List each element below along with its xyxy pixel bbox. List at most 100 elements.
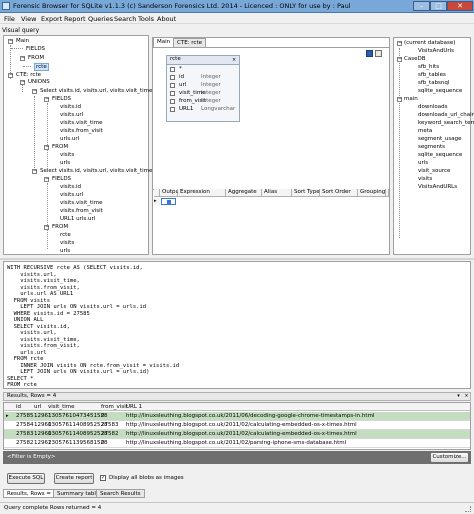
- field-checkbox[interactable]: [170, 83, 175, 88]
- schema-tree[interactable]: − (current database) VisitsAndUrls − Cas…: [393, 37, 474, 255]
- table-box-close-icon[interactable]: ×: [232, 57, 236, 63]
- collapse-icon[interactable]: −: [44, 177, 49, 182]
- table-cell[interactable]: 0: [101, 413, 105, 419]
- collapse-icon[interactable]: −: [32, 89, 37, 94]
- schema-table[interactable]: segments: [418, 144, 445, 150]
- tab-results[interactable]: Results, Rows = 4: [3, 489, 61, 498]
- criteria-grid[interactable]: [153, 189, 389, 254]
- collapse-icon[interactable]: −: [44, 97, 49, 102]
- schema-table[interactable]: sfb_tables: [418, 72, 446, 78]
- table-cell[interactable]: http://linuxsleuthing.blogspot.co.uk/201…: [126, 413, 374, 419]
- menu-export[interactable]: Export: [41, 15, 62, 23]
- tree-node[interactable]: FROM: [52, 144, 68, 150]
- menu-tools[interactable]: Tools: [138, 15, 154, 23]
- maximize-button[interactable]: □: [430, 1, 447, 11]
- collapse-icon[interactable]: −: [44, 145, 49, 150]
- schema-table[interactable]: sfb_tabsnql: [418, 80, 449, 86]
- options-icon[interactable]: [375, 50, 382, 57]
- table-cell[interactable]: http://linuxsleuthing.blogspot.co.uk/201…: [126, 422, 357, 428]
- table-cell[interactable]: 27583: [101, 422, 119, 428]
- grid-output-cell[interactable]: [161, 198, 176, 205]
- schema-node[interactable]: main: [404, 96, 418, 102]
- tree-node[interactable]: Main: [16, 38, 29, 44]
- schema-table[interactable]: sfb_hits: [418, 64, 439, 70]
- menu-view[interactable]: View: [21, 15, 36, 23]
- table-cell[interactable]: 13057611408952528: [48, 422, 108, 428]
- collapse-icon[interactable]: −: [397, 57, 402, 62]
- tree-node[interactable]: CTE: rcte: [16, 72, 41, 78]
- table-row[interactable]: 27582 12962 13057611395681528 0 http://linux…: [4, 439, 470, 448]
- tree-node[interactable]: visits.from_visit: [60, 128, 103, 134]
- customize-button[interactable]: Customize...: [430, 452, 469, 463]
- col-url1[interactable]: URL 1: [126, 404, 142, 410]
- table-cell[interactable]: 27584: [16, 422, 34, 428]
- grid-col-sort-order[interactable]: Sort Order: [320, 189, 358, 197]
- collapse-icon[interactable]: −: [397, 97, 402, 102]
- collapse-icon[interactable]: −: [20, 80, 25, 85]
- tree-node[interactable]: visits.id: [60, 104, 81, 110]
- field-checkbox[interactable]: [170, 107, 175, 112]
- rcte-table-box[interactable]: rcte × * id Integer url Integer visit_time Int…: [166, 55, 240, 122]
- tree-node[interactable]: FROM: [28, 55, 44, 61]
- row-indicator[interactable]: ▸: [6, 413, 9, 419]
- grid-col-sort-type[interactable]: Sort Type: [292, 189, 320, 197]
- col-visit-time[interactable]: visit_time: [48, 404, 75, 410]
- collapse-icon[interactable]: −: [397, 41, 402, 46]
- collapse-icon[interactable]: −: [32, 169, 37, 174]
- table-cell[interactable]: 0: [101, 440, 105, 446]
- tab-main[interactable]: Main: [153, 37, 175, 47]
- tree-node[interactable]: visits.id: [60, 184, 81, 190]
- query-tree[interactable]: − Main FIELDS − FROM rcte − CTE: rcte − …: [3, 35, 222, 255]
- filter-text[interactable]: <Filter is Empty>: [7, 454, 55, 460]
- grid-col-aggregate[interactable]: Aggregate: [226, 189, 262, 197]
- tree-node[interactable]: visits.visit_time: [60, 200, 102, 206]
- tab-cte-rcte[interactable]: CTE: rcte: [173, 38, 206, 47]
- collapse-icon[interactable]: −: [44, 225, 49, 230]
- tree-node[interactable]: FIELDS: [26, 46, 45, 52]
- tree-node[interactable]: UNIONS: [28, 79, 50, 85]
- table-cell[interactable]: 27582: [101, 431, 119, 437]
- execute-sql-button[interactable]: Execute SQL: [7, 473, 45, 484]
- tree-node[interactable]: FROM: [52, 224, 68, 230]
- results-close-icon[interactable]: ×: [463, 393, 470, 400]
- table-row[interactable]: 27584 12960 13057611408952528 27583 http://l…: [4, 421, 470, 430]
- table-row[interactable]: ▸ 27585 12961 13057610473451528 0 http://linu…: [4, 412, 470, 421]
- field-checkbox[interactable]: [170, 91, 175, 96]
- col-from-visit[interactable]: from_visit: [101, 404, 128, 410]
- tree-node[interactable]: FIELDS: [52, 176, 71, 182]
- tree-node-selected[interactable]: rcte: [34, 63, 49, 71]
- schema-table[interactable]: sqlite_sequence: [418, 152, 462, 158]
- grid-col-crit[interactable]: Crit: [386, 189, 389, 197]
- grid-col-output[interactable]: Output: [160, 189, 181, 197]
- field-checkbox[interactable]: [170, 75, 175, 80]
- table-cell[interactable]: 27582: [16, 440, 34, 446]
- schema-table[interactable]: VisitsAndUrls: [418, 48, 454, 54]
- table-cell[interactable]: 13057611408952528: [48, 431, 108, 437]
- schema-table[interactable]: sqlite_sequence: [418, 88, 462, 94]
- collapse-icon[interactable]: −: [8, 39, 13, 44]
- col-url[interactable]: url: [34, 404, 41, 410]
- schema-table[interactable]: visit_source: [418, 168, 450, 174]
- menu-about[interactable]: About: [157, 15, 176, 23]
- tree-node[interactable]: visits.url: [60, 112, 83, 118]
- table-cell[interactable]: http://linuxsleuthing.blogspot.co.uk/201…: [126, 440, 346, 446]
- tree-node[interactable]: visits: [60, 240, 74, 246]
- output-checkbox-icon[interactable]: [167, 200, 171, 204]
- menu-report[interactable]: Report: [64, 15, 86, 23]
- close-button[interactable]: ✕: [447, 1, 473, 11]
- table-cell[interactable]: 27585: [16, 413, 34, 419]
- results-pin-icon[interactable]: ▾: [455, 393, 462, 400]
- table-cell[interactable]: http://linuxsleuthing.blogspot.co.uk/201…: [126, 431, 357, 437]
- table-cell[interactable]: 13057610473451528: [48, 413, 108, 419]
- table-cell[interactable]: 27583: [16, 431, 34, 437]
- grid-col-grouping[interactable]: Grouping: [358, 189, 386, 197]
- results-grid[interactable]: id url visit_time from_visit URL 1 ▸ 2758…: [3, 402, 471, 450]
- schema-node[interactable]: CaseDB: [404, 56, 425, 62]
- tree-node[interactable]: visits.url: [60, 192, 83, 198]
- table-row[interactable]: 27583 12960 13057611408952528 27582 http://l…: [4, 430, 470, 439]
- schema-table[interactable]: keyword_search_term: [418, 120, 474, 126]
- schema-table[interactable]: VisitsAndURLs: [418, 184, 457, 190]
- splitter[interactable]: [0, 258, 474, 260]
- grid-col-expression[interactable]: Expression: [178, 189, 226, 197]
- tree-node[interactable]: visits.from_visit: [60, 208, 103, 214]
